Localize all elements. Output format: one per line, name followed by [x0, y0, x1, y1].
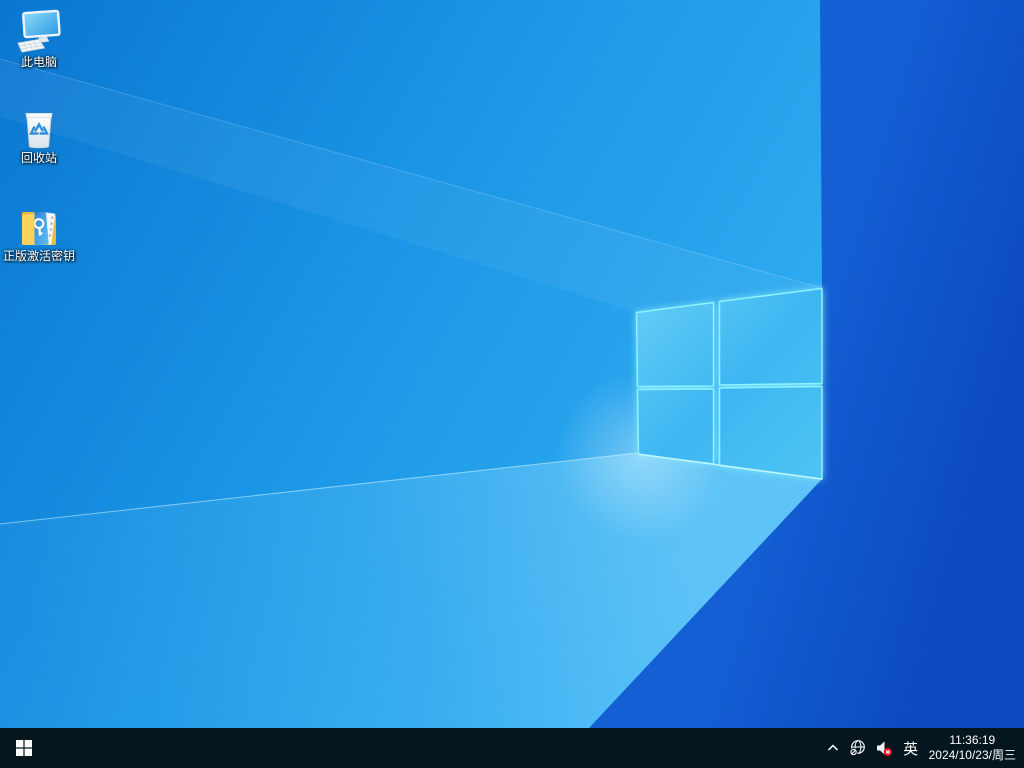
- chevron-up-icon: [827, 744, 838, 751]
- desktop-icon-this-pc[interactable]: 此电脑: [0, 8, 78, 69]
- recycle-bin-icon: [25, 113, 53, 149]
- ime-language-indicator[interactable]: 英: [897, 728, 925, 768]
- start-button[interactable]: [0, 728, 48, 768]
- taskbar: 英 11:36:19 2024/10/23/周三: [0, 728, 1024, 768]
- desktop-icon-recycle-bin[interactable]: 回收站: [0, 104, 78, 165]
- folder-activation-key-icon: [22, 212, 56, 246]
- this-pc-icon: [17, 9, 61, 53]
- desktop-icon-label: 回收站: [20, 151, 57, 165]
- taskbar-empty-area: [48, 728, 821, 768]
- desktop-icon-activation-key-folder[interactable]: 正版激活密钥: [0, 202, 78, 263]
- network-tray-button[interactable]: [845, 728, 871, 768]
- windows-start-icon: [16, 740, 32, 756]
- ime-label: 英: [903, 740, 919, 758]
- show-hidden-icons-button[interactable]: [821, 728, 845, 768]
- desktop-icon-label: 此电脑: [20, 55, 57, 69]
- clock-time: 11:36:19: [949, 733, 996, 747]
- speaker-muted-icon: [876, 741, 892, 756]
- clock-date: 2024/10/23/周三: [928, 748, 1016, 762]
- desktop-icon-label: 正版激活密钥: [2, 249, 75, 263]
- globe-no-internet-icon: [849, 740, 865, 756]
- taskbar-clock[interactable]: 11:36:19 2024/10/23/周三: [925, 728, 1024, 768]
- volume-tray-button[interactable]: [871, 728, 897, 768]
- system-tray: 英 11:36:19 2024/10/23/周三: [821, 728, 1024, 768]
- windows-logo-icon: [635, 287, 823, 480]
- desktop-wallpaper: [0, 0, 1024, 768]
